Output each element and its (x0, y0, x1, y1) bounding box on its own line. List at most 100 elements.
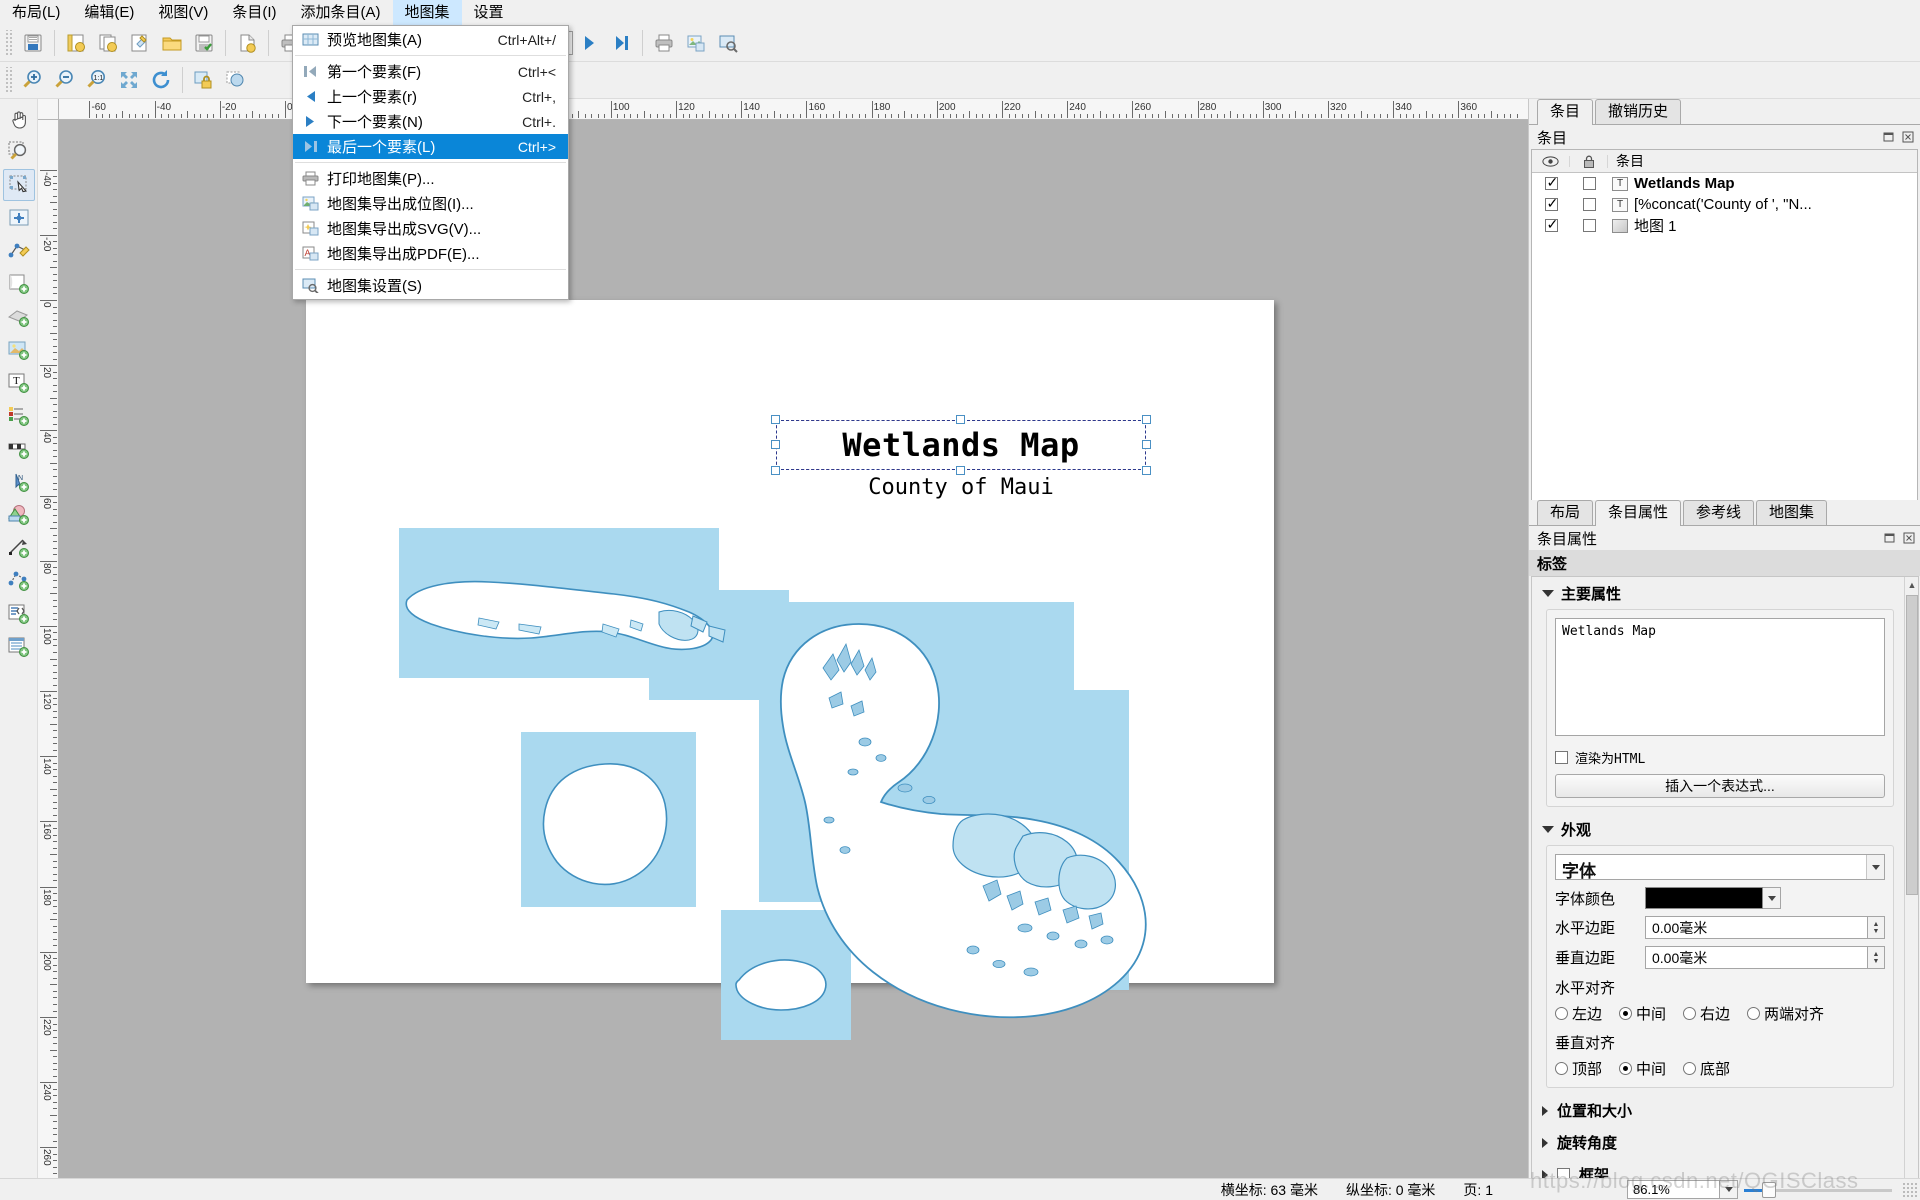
chevron-down-icon[interactable] (1719, 1180, 1738, 1199)
atlas-last-button[interactable] (605, 28, 637, 58)
v-align-option-1[interactable]: 中间 (1619, 1058, 1679, 1079)
refresh-button[interactable] (145, 65, 177, 95)
layout-page[interactable]: Wetlands Map County of Maui (306, 300, 1274, 1040)
close-panel-icon[interactable] (1900, 129, 1916, 145)
v-align-radio[interactable] (1555, 1062, 1568, 1075)
add-3d-map-tool-button[interactable] (3, 301, 35, 333)
properties-scrollbar[interactable]: ▲ ▼ (1904, 577, 1918, 1195)
v-align-option-2[interactable]: 底部 (1683, 1058, 1743, 1079)
save-template-button[interactable] (188, 28, 220, 58)
vertical-ruler[interactable]: -40 -20 0 20 40 60 80 100 120 140 160 180 200 220 240 2… (38, 120, 59, 1178)
atlas-menu-item-3[interactable]: 下一个要素(N) Ctrl+. (293, 109, 568, 134)
horizontal-align-radiogroup[interactable]: 左边 中间 右边 两端对齐 (1555, 1003, 1885, 1024)
h-align-option-0[interactable]: 左边 (1555, 1003, 1615, 1024)
h-align-radio[interactable] (1683, 1007, 1697, 1020)
title-label-item[interactable]: Wetlands Map (771, 415, 1151, 475)
font-color-swatch[interactable] (1645, 887, 1763, 909)
row-lock-cell[interactable] (1570, 198, 1608, 211)
visibility-checkbox[interactable] (1544, 216, 1558, 232)
spinner-arrows[interactable]: ▲ ▼ (1867, 916, 1885, 939)
chevron-down-icon[interactable] (1763, 887, 1781, 909)
h-align-radio[interactable] (1747, 1007, 1761, 1020)
row-label-cell[interactable]: 地图 1 (1608, 215, 1917, 236)
zoom-in-button[interactable] (17, 65, 49, 95)
window-resize-grip[interactable] (1902, 1181, 1918, 1198)
float-panel-icon[interactable] (1881, 129, 1897, 145)
subtitle-label-item[interactable]: County of Maui (776, 475, 1146, 500)
zoom-tool-button[interactable] (3, 136, 35, 168)
properties-scroll-area[interactable]: 主要属性 Wetlands Map 渲染为HTML 插入一个表达式... 外观 (1531, 576, 1919, 1196)
atlas-export-image-button[interactable] (680, 28, 712, 58)
map-item[interactable] (359, 520, 1239, 1150)
move-item-content-tool-button[interactable] (3, 202, 35, 234)
h-align-option-3[interactable]: 两端对齐 (1747, 1003, 1837, 1024)
zoom-100-button[interactable]: 1:1 (81, 65, 113, 95)
atlas-menu-item-4[interactable]: 最后一个要素(L) Ctrl+> (293, 134, 568, 159)
select-item-tool-button[interactable] (2, 169, 35, 201)
atlas-menu-item-7[interactable]: 地图集导出成SVG(V)... (293, 216, 568, 241)
v-align-radio[interactable] (1619, 1062, 1633, 1075)
atlas-next-button[interactable] (573, 28, 605, 58)
row-visibility-cell[interactable] (1532, 174, 1570, 190)
add-node-item-tool-button[interactable] (3, 565, 35, 597)
add-picture-tool-button[interactable] (3, 334, 35, 366)
resize-handle-tl[interactable] (771, 415, 780, 424)
table-row[interactable]: T Wetlands Map (1532, 173, 1917, 194)
section-1[interactable]: 旋转角度 (1532, 1126, 1902, 1158)
h-align-option-1[interactable]: 中间 (1619, 1003, 1679, 1024)
tab-2[interactable]: 参考线 (1683, 500, 1755, 525)
add-map-tool-button[interactable] (3, 268, 35, 300)
h-align-option-2[interactable]: 右边 (1683, 1003, 1743, 1024)
appearance-group-header[interactable]: 外观 (1532, 813, 1902, 845)
resize-handle-tr[interactable] (1142, 415, 1151, 424)
h-align-radio[interactable] (1619, 1007, 1633, 1020)
insert-expression-button[interactable]: 插入一个表达式... (1555, 774, 1885, 798)
tab-0[interactable]: 布局 (1537, 500, 1594, 525)
atlas-menu-item-6[interactable]: 地图集导出成位图(I)... (293, 191, 568, 216)
add-arrow-tool-button[interactable] (3, 532, 35, 564)
lock-checkbox[interactable] (1582, 219, 1596, 232)
v-align-option-0[interactable]: 顶部 (1555, 1058, 1615, 1079)
atlas-menu-item-5[interactable]: 打印地图集(P)... (293, 166, 568, 191)
row-lock-cell[interactable] (1570, 177, 1608, 190)
float-panel-icon[interactable] (1882, 530, 1898, 546)
tab-0[interactable]: 条目 (1537, 99, 1594, 125)
lock-checkbox[interactable] (1582, 198, 1596, 211)
save-layout-button[interactable] (17, 28, 49, 58)
new-layout-button[interactable] (60, 28, 92, 58)
horizontal-ruler[interactable]: -60-40-200204060801001201401601802002202… (38, 99, 1528, 120)
scroll-up-icon[interactable]: ▲ (1905, 577, 1918, 593)
section-0[interactable]: 位置和大小 (1532, 1094, 1902, 1126)
toolbar-grip[interactable] (4, 30, 13, 56)
unlock-items-button[interactable] (220, 65, 252, 95)
resize-handle-bc[interactable] (956, 466, 965, 475)
zoom-level-combobox[interactable] (1627, 1180, 1738, 1199)
spinner-arrows[interactable]: ▲ ▼ (1867, 946, 1885, 969)
render-as-html-row[interactable]: 渲染为HTML (1555, 748, 1885, 767)
visibility-checkbox[interactable] (1544, 195, 1558, 211)
tab-1[interactable]: 撤销历史 (1595, 99, 1682, 124)
horizontal-margin-spinbox[interactable]: ▲▼ (1645, 916, 1885, 939)
toolbar-grip[interactable] (4, 67, 13, 93)
menu-0[interactable]: 布局(L) (0, 0, 72, 25)
scrollbar-thumb[interactable] (1906, 595, 1918, 895)
font-selector[interactable]: 字体 (1555, 854, 1885, 880)
font-color-picker[interactable] (1645, 887, 1781, 909)
vertical-margin-spinbox[interactable]: ▲▼ (1645, 946, 1885, 969)
duplicate-layout-button[interactable] (92, 28, 124, 58)
tab-3[interactable]: 地图集 (1756, 500, 1828, 525)
add-label-tool-button[interactable]: T (3, 367, 35, 399)
add-north-arrow-tool-button[interactable]: N (3, 466, 35, 498)
lock-items-button[interactable] (188, 65, 220, 95)
add-scalebar-tool-button[interactable] (3, 433, 35, 465)
resize-handle-bl[interactable] (771, 466, 780, 475)
table-row[interactable]: 地图 1 (1532, 215, 1917, 236)
vertical-margin-input[interactable] (1645, 946, 1867, 969)
label-text-input[interactable]: Wetlands Map (1555, 618, 1885, 736)
vertical-align-radiogroup[interactable]: 顶部 中间 底部 (1555, 1058, 1885, 1079)
atlas-menu-item-2[interactable]: 上一个要素(r) Ctrl+, (293, 84, 568, 109)
row-visibility-cell[interactable] (1532, 216, 1570, 232)
menu-3[interactable]: 条目(I) (220, 0, 288, 25)
main-properties-group-header[interactable]: 主要属性 (1532, 577, 1902, 609)
atlas-menu-item-0[interactable]: 预览地图集(A) Ctrl+Alt+/ (293, 27, 568, 52)
